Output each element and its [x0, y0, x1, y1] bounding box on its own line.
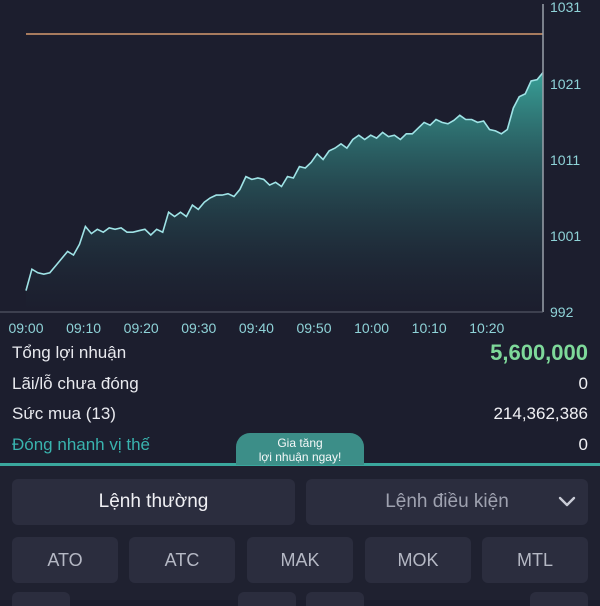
- quick-close-link[interactable]: Đóng nhanh vị thế: [12, 435, 150, 455]
- x-tick-label: 09:10: [66, 320, 101, 336]
- x-tick-label: 10:10: [412, 320, 447, 336]
- promo-line-1: Gia tăng: [277, 436, 323, 450]
- chevron-down-icon: [558, 496, 576, 507]
- y-tick-label: 1021: [550, 76, 581, 92]
- y-tick-label: 1011: [550, 152, 580, 168]
- y-tick-label: 1031: [550, 0, 581, 15]
- buying-power-label: Sức mua (13): [12, 404, 116, 423]
- next-row-button[interactable]: [12, 592, 70, 606]
- price-type-mok-button[interactable]: MOK: [365, 537, 471, 583]
- promo-tab[interactable]: Gia tăng lợi nhuận ngay!: [236, 433, 364, 465]
- x-tick-label: 09:30: [181, 320, 216, 336]
- next-row-button[interactable]: [530, 592, 588, 606]
- next-row-button[interactable]: [306, 592, 364, 606]
- x-tick-label: 09:20: [124, 320, 159, 336]
- price-type-label: MAK: [280, 549, 320, 570]
- y-tick-label: 992: [550, 304, 574, 320]
- y-tick-label: 1001: [550, 228, 581, 244]
- promo-line-2: lợi nhuận ngay!: [258, 450, 342, 464]
- x-tick-label: 10:00: [354, 320, 389, 336]
- price-type-ato-button[interactable]: ATO: [12, 537, 118, 583]
- quick-close-value: 0: [578, 435, 588, 454]
- buying-power-row: Sức mua (13) 214,362,386: [12, 400, 588, 428]
- unrealized-pl-row: Lãi/lỗ chưa đóng 0: [12, 370, 588, 398]
- price-type-label: ATC: [164, 549, 200, 570]
- conditional-order-label: Lệnh điều kiện: [385, 491, 509, 512]
- intraday-chart: 992 1001 1011 1021 1031 09:00 09:10 09:20 09:30…: [0, 0, 581, 336]
- price-type-atc-button[interactable]: ATC: [129, 537, 235, 583]
- total-profit-row: Tổng lợi nhuận 5,600,000: [12, 339, 588, 367]
- x-tick-label: 09:00: [8, 320, 43, 336]
- price-type-mtl-button[interactable]: MTL: [482, 537, 588, 583]
- price-type-label: MOK: [397, 549, 439, 570]
- buying-power-value: 214,362,386: [493, 404, 588, 423]
- conditional-order-dropdown[interactable]: Lệnh điều kiện: [306, 479, 588, 525]
- x-tick-label: 10:20: [469, 320, 504, 336]
- price-area: [26, 72, 543, 312]
- normal-order-label: Lệnh thường: [98, 491, 209, 512]
- total-profit-value: 5,600,000: [490, 340, 588, 365]
- x-tick-label: 09:50: [296, 320, 331, 336]
- price-type-label: MTL: [517, 549, 553, 570]
- total-profit-label: Tổng lợi nhuận: [12, 343, 127, 362]
- normal-order-tab[interactable]: Lệnh thường: [12, 479, 295, 525]
- x-tick-label: 09:40: [239, 320, 274, 336]
- next-row-button[interactable]: [238, 592, 296, 606]
- unrealized-pl-label: Lãi/lỗ chưa đóng: [12, 374, 139, 393]
- price-type-mak-button[interactable]: MAK: [247, 537, 353, 583]
- unrealized-pl-value: 0: [578, 374, 588, 393]
- price-type-label: ATO: [47, 549, 83, 570]
